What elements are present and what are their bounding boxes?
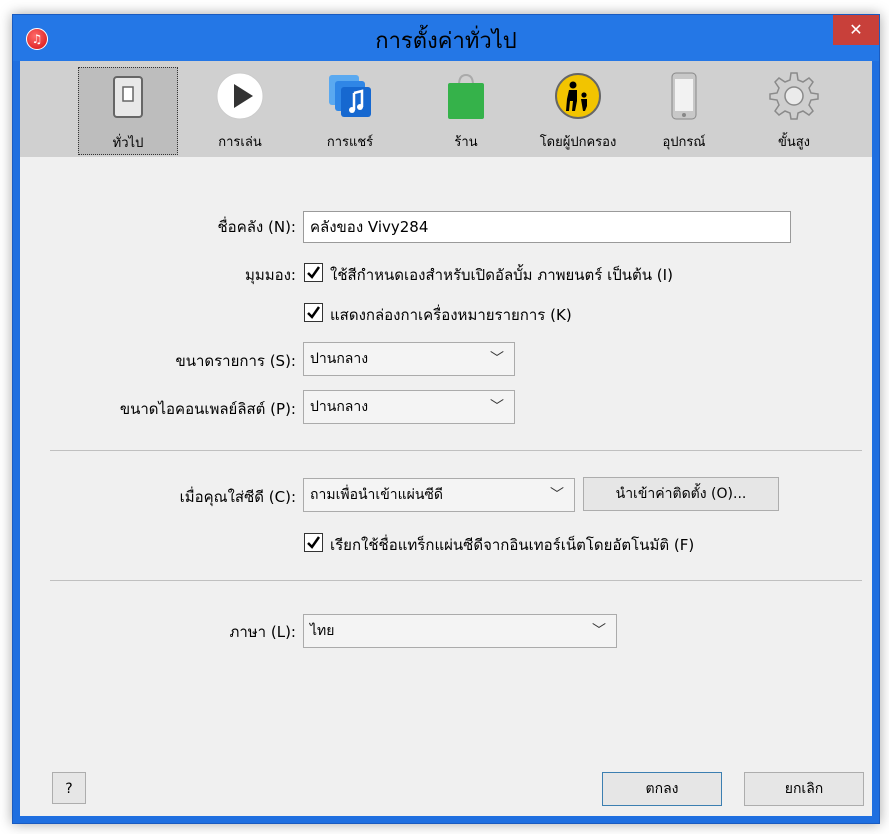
tab-playback-label: การเล่น (218, 135, 262, 150)
show-checkboxes-checkbox[interactable] (304, 303, 323, 322)
chevron-down-icon: ﹀ (592, 623, 606, 639)
language-value: ไทย (310, 623, 335, 639)
import-settings-button[interactable]: นำเข้าค่าติดตั้ง (O)... (583, 477, 779, 511)
preferences-window: ♫ การตั้งค่าทั่วไป ✕ ทั่วไป การเล่น การแ… (12, 14, 880, 824)
tab-advanced-label: ขั้นสูง (777, 135, 811, 150)
cancel-button[interactable]: ยกเลิก (744, 772, 864, 806)
library-name-input[interactable]: คลังของ Vivy284 (303, 211, 791, 243)
parental-icon (555, 73, 601, 119)
close-button[interactable]: ✕ (833, 15, 879, 45)
views-label: มุมมอง: (244, 266, 296, 284)
language-select[interactable]: ไทย ﹀ (303, 614, 617, 648)
chevron-down-icon: ﹀ (490, 351, 504, 367)
retrieve-cd-names-checkbox[interactable] (304, 533, 323, 552)
list-size-select[interactable]: ปานกลาง ﹀ (303, 342, 515, 376)
custom-colors-label: ใช้สีกำหนดเองสำหรับเปิดอัลบั้ม ภาพยนตร์ … (330, 266, 673, 284)
title-bar[interactable]: ♫ การตั้งค่าทั่วไป ✕ (13, 15, 879, 61)
tab-sharing[interactable]: การแชร์ (300, 67, 400, 155)
shopping-bag-icon (448, 73, 484, 119)
show-checkboxes-label: แสดงกล่องกาเครื่องหมายรายการ (K) (330, 306, 572, 324)
cd-insert-value: ถามเพื่อนำเข้าแผ่นซีดี (310, 487, 444, 503)
chevron-down-icon: ﹀ (550, 487, 564, 503)
tab-general-label: ทั่วไป (112, 136, 144, 151)
playlist-icon-size-value: ปานกลาง (310, 399, 369, 415)
language-label: ภาษา (L): (229, 623, 296, 641)
phone-icon (671, 72, 697, 120)
general-pane: ชื่อคลัง (N): คลังของ Vivy284 มุมมอง: ใช… (20, 157, 872, 816)
chevron-down-icon: ﹀ (490, 399, 504, 415)
cd-insert-select[interactable]: ถามเพื่อนำเข้าแผ่นซีดี ﹀ (303, 478, 575, 512)
tab-playback[interactable]: การเล่น (190, 67, 290, 155)
switch-icon (113, 76, 143, 118)
tab-general[interactable]: ทั่วไป (78, 67, 178, 155)
tab-store[interactable]: ร้าน (416, 67, 516, 155)
checkmark-icon (307, 266, 321, 279)
preferences-toolbar: ทั่วไป การเล่น การแชร์ ร้าน โดยผู้ปกครอง… (20, 61, 872, 158)
list-size-value: ปานกลาง (310, 351, 369, 367)
tab-devices[interactable]: อุปกรณ์ (634, 67, 734, 155)
gear-icon (769, 72, 819, 120)
library-name-label: ชื่อคลัง (N): (217, 218, 297, 236)
tab-sharing-label: การแชร์ (326, 135, 374, 150)
tab-parental-label: โดยผู้ปกครอง (539, 135, 617, 150)
divider (50, 580, 862, 581)
divider (50, 450, 862, 451)
cd-insert-label: เมื่อคุณใส่ซีดี (C): (179, 488, 296, 506)
checkmark-icon (307, 306, 321, 319)
help-button[interactable]: ? (52, 772, 86, 804)
playlist-icon-size-select[interactable]: ปานกลาง ﹀ (303, 390, 515, 424)
music-share-icon (329, 75, 371, 117)
play-icon (216, 72, 264, 120)
list-size-label: ขนาดรายการ (S): (175, 352, 296, 370)
custom-colors-checkbox[interactable] (304, 263, 323, 282)
tab-devices-label: อุปกรณ์ (662, 135, 706, 150)
ok-button[interactable]: ตกลง (602, 772, 722, 806)
playlist-icon-size-label: ขนาดไอคอนเพลย์ลิสต์ (P): (119, 400, 296, 418)
checkmark-icon (307, 536, 321, 549)
tab-advanced[interactable]: ขั้นสูง (744, 67, 844, 155)
tab-parental[interactable]: โดยผู้ปกครอง (528, 67, 628, 155)
tab-store-label: ร้าน (454, 135, 478, 150)
retrieve-cd-names-label: เรียกใช้ชื่อแทร็กแผ่นซีดีจากอินเทอร์เน็ต… (330, 536, 695, 554)
window-title: การตั้งค่าทั่วไป (375, 29, 517, 54)
